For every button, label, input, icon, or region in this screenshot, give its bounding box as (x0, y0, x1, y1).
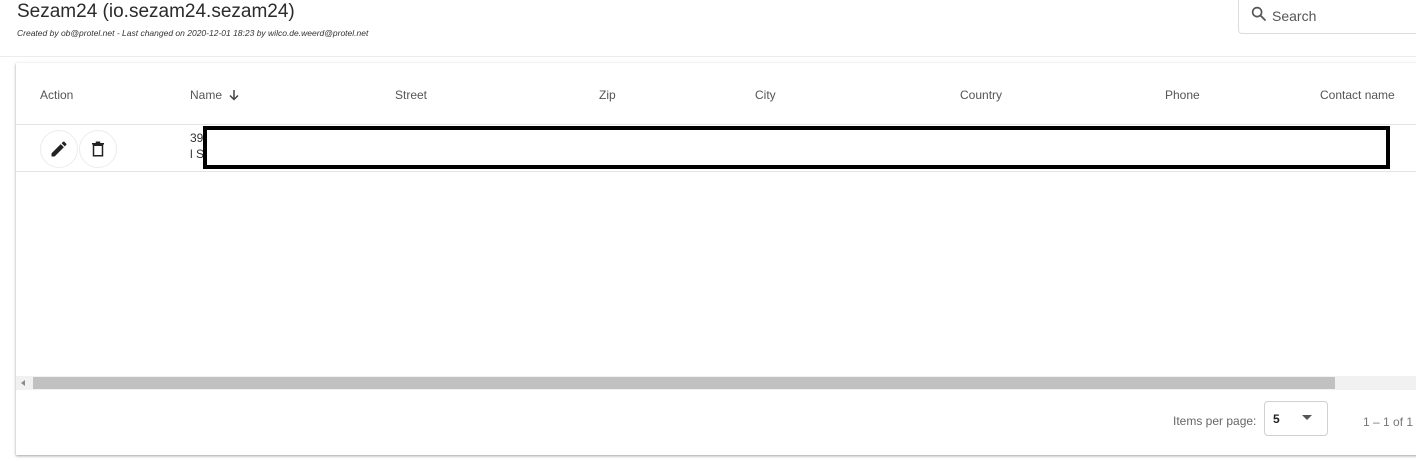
delete-trash-icon (92, 141, 104, 157)
search-box[interactable] (1238, 0, 1416, 34)
edit-button[interactable] (40, 130, 78, 168)
column-header-name-label: Name (190, 88, 223, 102)
paginator-range-label: 1 – 1 of 1 (1363, 415, 1414, 429)
column-header-zip[interactable]: Zip (599, 88, 616, 102)
dropdown-caret-icon (1302, 415, 1312, 420)
column-header-country[interactable]: Country (960, 88, 1002, 102)
items-per-page-label: Items per page: (1173, 414, 1257, 428)
search-input[interactable] (1272, 6, 1412, 26)
items-per-page-select[interactable]: 5 (1264, 401, 1328, 436)
delete-button[interactable] (79, 130, 117, 168)
column-header-city[interactable]: City (755, 88, 776, 102)
search-icon (1251, 6, 1266, 21)
page-header: Sezam24 (io.sezam24.sezam24) Created by … (0, 0, 1416, 57)
column-header-name[interactable]: Name (190, 88, 240, 102)
table-card: Action Name Street Zip City Country Phon… (16, 63, 1416, 455)
scroll-left-arrow-icon[interactable] (21, 380, 25, 386)
column-header-street[interactable]: Street (395, 88, 427, 102)
table-row: 39 l S (16, 125, 1416, 172)
name-cell-line-1: 39 (190, 131, 204, 145)
name-cell-line-2: l S (190, 147, 205, 161)
items-per-page-value: 5 (1273, 412, 1280, 426)
column-header-action: Action (40, 88, 74, 102)
page-title: Sezam24 (io.sezam24.sezam24) (17, 1, 295, 22)
redaction-box (203, 126, 1390, 169)
scrollbar-thumb[interactable] (33, 377, 1335, 389)
column-header-contact-name[interactable]: Contact name (1320, 88, 1395, 102)
table-header-row: Action Name Street Zip City Country Phon… (16, 63, 1416, 125)
edit-pencil-icon (51, 141, 67, 157)
horizontal-scrollbar[interactable] (16, 376, 1416, 390)
sort-arrow-down-icon (229, 89, 239, 101)
column-header-phone[interactable]: Phone (1165, 88, 1200, 102)
page-subtitle: Created by ob@protel.net - Last changed … (17, 28, 369, 38)
